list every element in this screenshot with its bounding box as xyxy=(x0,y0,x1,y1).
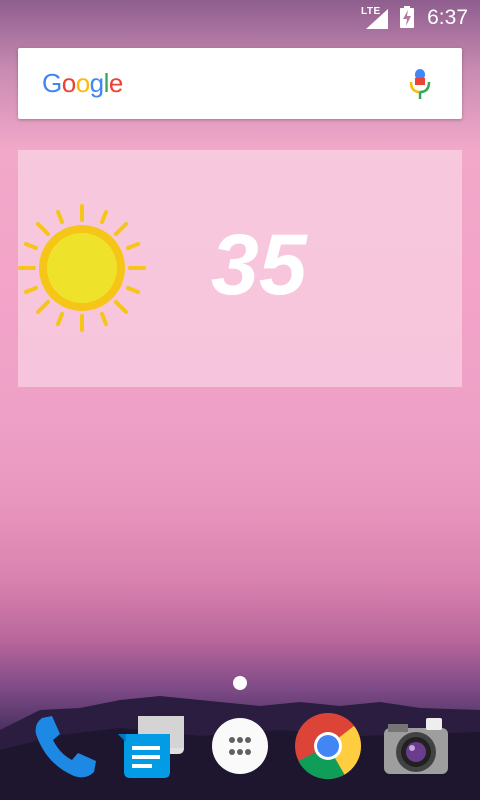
phone-icon[interactable] xyxy=(28,710,100,782)
messages-icon[interactable] xyxy=(116,710,188,782)
temperature-value: 35 xyxy=(211,217,307,313)
google-logo[interactable]: Google xyxy=(42,68,123,99)
battery-charging-icon xyxy=(400,6,414,28)
camera-icon[interactable] xyxy=(380,710,452,782)
logo-letter: o xyxy=(61,68,76,98)
status-bar: LTE 6:37 xyxy=(0,0,480,36)
google-search-bar[interactable]: Google xyxy=(18,48,462,119)
chrome-icon[interactable] xyxy=(292,710,364,782)
voice-search-mic-icon[interactable] xyxy=(406,68,434,100)
logo-letter: G xyxy=(42,68,62,98)
signal-icon xyxy=(366,9,388,29)
clock: 6:37 xyxy=(427,6,468,29)
sun-icon xyxy=(18,204,146,332)
logo-letter: e xyxy=(108,68,123,98)
logo-letter: g xyxy=(89,68,104,98)
logo-letter: o xyxy=(75,68,90,98)
weather-widget[interactable]: 35 xyxy=(18,150,462,387)
app-drawer-icon[interactable] xyxy=(204,710,276,782)
